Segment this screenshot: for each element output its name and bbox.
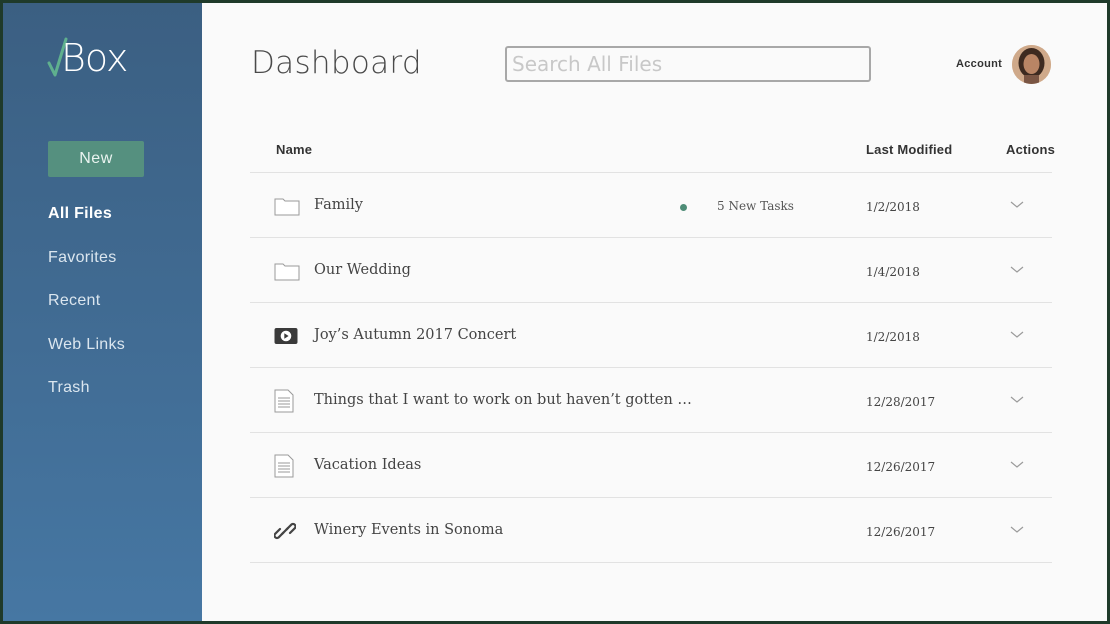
chevron-down-icon[interactable] bbox=[1008, 391, 1026, 409]
folder-icon bbox=[274, 193, 302, 219]
chevron-down-icon[interactable] bbox=[1008, 456, 1026, 474]
last-modified-date: 1/2/2018 bbox=[866, 330, 920, 344]
main-content: Dashboard Account Name Last Modified Act… bbox=[202, 3, 1107, 621]
page-title: Dashboard bbox=[251, 45, 422, 81]
avatar-image bbox=[1012, 45, 1051, 84]
file-name[interactable]: Family bbox=[314, 197, 363, 213]
table-row[interactable]: Family 5 New Tasks 1/2/2018 bbox=[250, 173, 1052, 238]
table-row[interactable]: Things that I want to work on but haven’… bbox=[250, 368, 1052, 433]
chevron-down-icon[interactable] bbox=[1008, 261, 1026, 279]
table-row[interactable]: Our Wedding 1/4/2018 bbox=[250, 238, 1052, 303]
folder-icon bbox=[274, 258, 302, 284]
task-count[interactable]: 5 New Tasks bbox=[717, 199, 794, 213]
document-icon bbox=[274, 388, 302, 414]
app-window: Box New All Files Favorites Recent Web L… bbox=[3, 3, 1107, 621]
task-indicator-dot bbox=[680, 204, 687, 211]
file-name[interactable]: Vacation Ideas bbox=[314, 457, 421, 473]
chevron-down-icon[interactable] bbox=[1008, 326, 1026, 344]
file-name[interactable]: Our Wedding bbox=[314, 262, 411, 278]
logo-text: Box bbox=[61, 36, 128, 80]
file-table: Name Last Modified Actions Family 5 New … bbox=[250, 128, 1056, 563]
video-icon bbox=[274, 323, 302, 349]
box-logo[interactable]: Box bbox=[47, 33, 147, 83]
column-header-name[interactable]: Name bbox=[276, 142, 312, 157]
last-modified-date: 12/28/2017 bbox=[866, 395, 936, 409]
sidebar-item-favorites[interactable]: Favorites bbox=[48, 247, 125, 291]
chevron-down-icon[interactable] bbox=[1008, 521, 1026, 539]
last-modified-date: 1/2/2018 bbox=[866, 200, 920, 214]
sidebar: Box New All Files Favorites Recent Web L… bbox=[3, 3, 202, 621]
last-modified-date: 12/26/2017 bbox=[866, 460, 936, 474]
sidebar-nav: All Files Favorites Recent Web Links Tra… bbox=[48, 203, 125, 421]
file-name[interactable]: Things that I want to work on but haven’… bbox=[314, 392, 692, 408]
sidebar-item-trash[interactable]: Trash bbox=[48, 377, 125, 421]
table-row[interactable]: Winery Events in Sonoma 12/26/2017 bbox=[250, 498, 1052, 563]
sidebar-item-web-links[interactable]: Web Links bbox=[48, 334, 125, 378]
avatar[interactable] bbox=[1012, 45, 1051, 84]
link-icon bbox=[274, 518, 302, 544]
chevron-down-icon[interactable] bbox=[1008, 196, 1026, 214]
column-header-last-modified[interactable]: Last Modified bbox=[866, 142, 952, 157]
table-row[interactable]: Joy’s Autumn 2017 Concert 1/2/2018 bbox=[250, 303, 1052, 368]
table-header: Name Last Modified Actions bbox=[250, 128, 1056, 173]
sidebar-item-all-files[interactable]: All Files bbox=[48, 203, 125, 247]
file-name[interactable]: Joy’s Autumn 2017 Concert bbox=[314, 327, 516, 343]
sidebar-item-recent[interactable]: Recent bbox=[48, 290, 125, 334]
table-row[interactable]: Vacation Ideas 12/26/2017 bbox=[250, 433, 1052, 498]
column-header-actions: Actions bbox=[1006, 142, 1056, 157]
search-input[interactable] bbox=[505, 46, 871, 82]
last-modified-date: 12/26/2017 bbox=[866, 525, 936, 539]
last-modified-date: 1/4/2018 bbox=[866, 265, 920, 279]
account-link[interactable]: Account bbox=[956, 58, 1002, 70]
file-name[interactable]: Winery Events in Sonoma bbox=[314, 522, 503, 538]
new-button[interactable]: New bbox=[48, 141, 144, 177]
document-icon bbox=[274, 453, 302, 479]
